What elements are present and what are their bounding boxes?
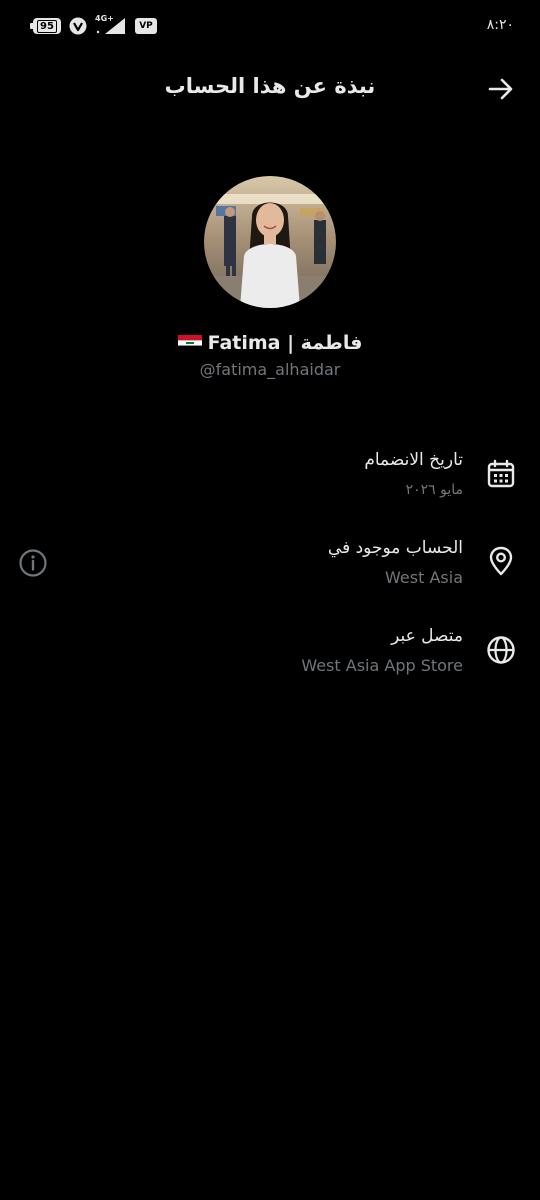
connected-label: متصل عبر xyxy=(391,626,463,646)
status-bar: 95 4G+ VP ٨:٢٠ xyxy=(0,0,540,52)
vpn-badge: VP xyxy=(135,18,157,34)
profile-avatar[interactable] xyxy=(204,176,336,308)
info-row-joined: تاريخ الانضمام مايو ٢٠٢٦ xyxy=(0,444,540,508)
status-icons: 95 4G+ VP xyxy=(30,14,157,36)
joined-label: تاريخ الانضمام xyxy=(364,450,463,470)
battery-icon: 95 xyxy=(30,18,61,34)
calendar-icon xyxy=(487,459,515,488)
location-pin-icon xyxy=(489,546,513,576)
info-text-connected: متصل عبر West Asia App Store xyxy=(301,624,463,677)
page-header: نبذة عن هذا الحساب xyxy=(0,58,540,118)
signal-icon: 4G+ xyxy=(95,14,127,36)
profile-avatar-photo xyxy=(204,176,336,308)
arrow-right-icon xyxy=(488,78,513,100)
connected-value: West Asia App Store xyxy=(301,656,463,675)
joined-value: مايو ٢٠٢٦ xyxy=(405,482,463,498)
info-circle-icon xyxy=(19,549,47,577)
info-text-location: الحساب موجود في West Asia xyxy=(328,536,463,589)
about-info-button[interactable] xyxy=(18,548,48,578)
status-time: ٨:٢٠ xyxy=(486,17,514,33)
page-title: نبذة عن هذا الحساب xyxy=(164,74,376,98)
location-value: West Asia xyxy=(385,568,463,587)
info-row-location: الحساب موجود في West Asia xyxy=(0,532,540,596)
globe-icon xyxy=(487,636,515,664)
back-button[interactable] xyxy=(486,74,516,104)
profile-name: فاطمة | Fatima xyxy=(0,332,540,354)
info-row-connected: متصل عبر West Asia App Store xyxy=(0,620,540,684)
profile-name-text: فاطمة | Fatima xyxy=(207,332,363,354)
profile-handle: @fatima_alhaidar xyxy=(199,360,341,379)
iraq-flag-icon xyxy=(177,335,202,351)
battery-level: 95 xyxy=(37,19,57,33)
location-label: الحساب موجود في xyxy=(327,538,463,558)
info-text-joined: تاريخ الانضمام مايو ٢٠٢٦ xyxy=(364,448,463,501)
vpn-shield-icon xyxy=(69,17,87,35)
